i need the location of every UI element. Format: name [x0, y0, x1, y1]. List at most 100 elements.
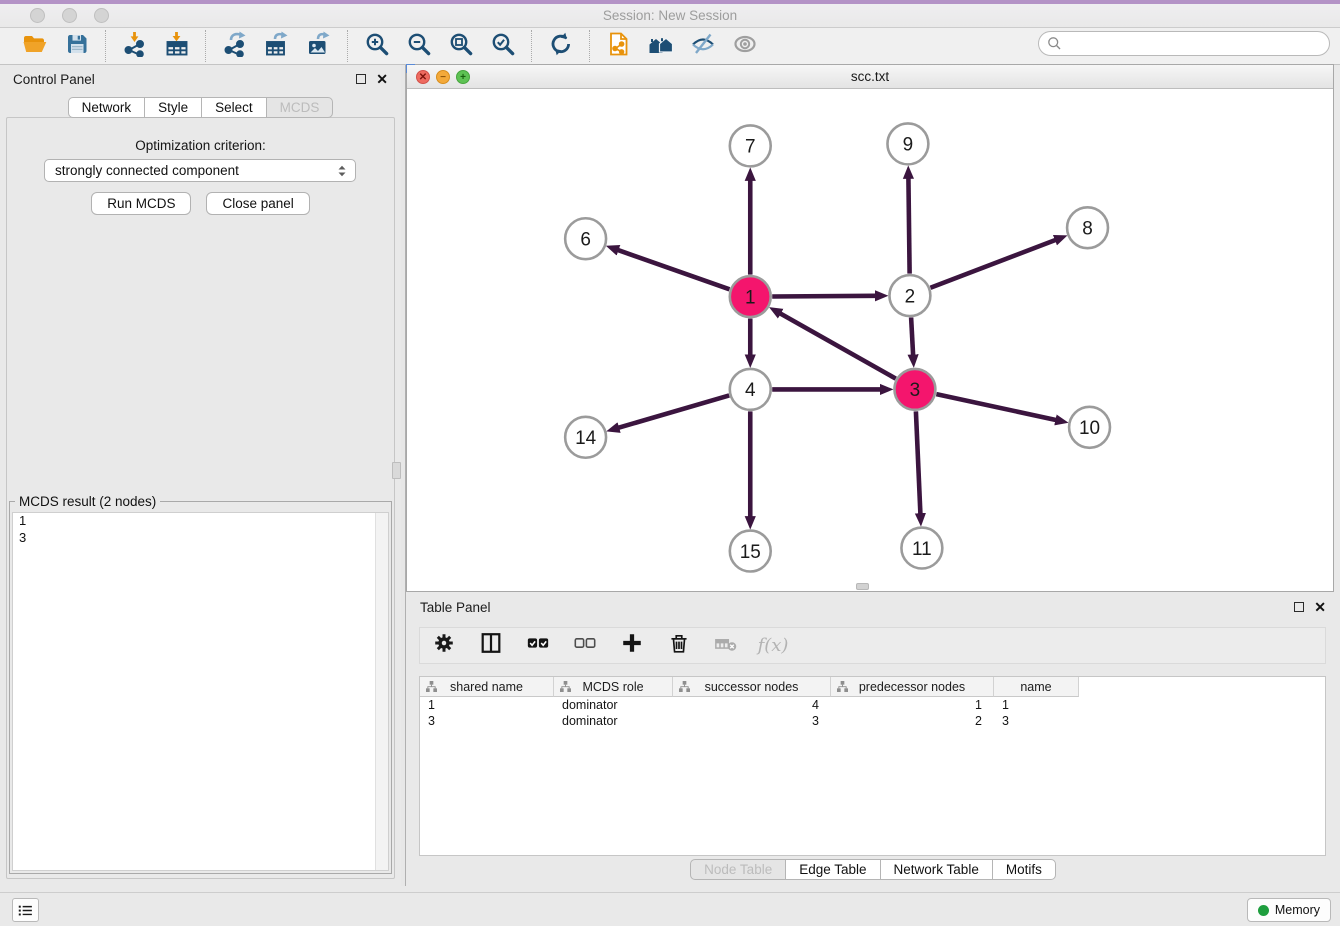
- select-all-checkboxes-button[interactable]: [524, 632, 552, 660]
- close-panel-icon[interactable]: ✕: [376, 74, 388, 84]
- select-all-checkboxes-icon: [526, 631, 550, 660]
- table-cell[interactable]: 1: [831, 697, 994, 713]
- column-header-name[interactable]: name: [994, 677, 1079, 697]
- export-network-button[interactable]: [220, 32, 249, 61]
- control-tab-select[interactable]: Select: [201, 97, 267, 118]
- hide-selected-button[interactable]: [688, 32, 717, 61]
- graph-edge-2-3[interactable]: [911, 318, 913, 355]
- graph-node-3[interactable]: 3: [894, 369, 935, 410]
- graph-node-10[interactable]: 10: [1069, 407, 1110, 448]
- first-neighbors-icon: [648, 31, 674, 62]
- export-table-button[interactable]: [262, 32, 291, 61]
- first-neighbors-button[interactable]: [646, 32, 675, 61]
- table-tab-edge-table[interactable]: Edge Table: [785, 859, 880, 880]
- graph-node-15[interactable]: 15: [730, 531, 771, 572]
- deselect-all-checkboxes-button[interactable]: [571, 632, 599, 660]
- graph-edge-1-6[interactable]: [618, 250, 729, 289]
- search-input[interactable]: [1063, 34, 1329, 54]
- table-cell[interactable]: dominator: [554, 697, 673, 713]
- table-tab-motifs[interactable]: Motifs: [992, 859, 1056, 880]
- control-tab-network[interactable]: Network: [68, 97, 146, 118]
- apply-preferred-layout-button[interactable]: [546, 32, 575, 61]
- control-tab-style[interactable]: Style: [144, 97, 202, 118]
- optimization-criterion-select[interactable]: strongly connected component: [44, 159, 356, 182]
- network-maximize-button[interactable]: +: [456, 70, 470, 84]
- graph-node-2[interactable]: 2: [889, 275, 930, 316]
- close-panel-button[interactable]: Close panel: [206, 192, 309, 215]
- new-network-from-selection-button[interactable]: [604, 32, 633, 61]
- control-tab-mcds[interactable]: MCDS: [266, 97, 334, 118]
- zoom-out-button[interactable]: [404, 32, 433, 61]
- table-row[interactable]: 1dominator411: [420, 697, 1325, 713]
- table-float-panel-icon[interactable]: [1294, 602, 1304, 612]
- graph-edge-3-1[interactable]: [780, 313, 895, 378]
- split-table-view-button[interactable]: [477, 632, 505, 660]
- network-close-button[interactable]: ✕: [416, 70, 430, 84]
- table-cell[interactable]: 3: [673, 713, 831, 729]
- graph-node-14[interactable]: 14: [565, 417, 606, 458]
- graph-node-9[interactable]: 9: [887, 123, 928, 164]
- mcds-result-item[interactable]: 3: [13, 530, 388, 547]
- memory-button[interactable]: Memory: [1247, 898, 1331, 922]
- graph-edge-2-9[interactable]: [908, 178, 909, 273]
- add-column-button[interactable]: [618, 632, 646, 660]
- table-tab-node-table[interactable]: Node Table: [690, 859, 786, 880]
- graph-node-6[interactable]: 6: [565, 218, 606, 259]
- delete-columns-button[interactable]: [665, 632, 693, 660]
- mcds-result-list[interactable]: 13: [12, 512, 389, 871]
- graph-edge-2-8[interactable]: [930, 240, 1055, 288]
- table-close-panel-icon[interactable]: ✕: [1314, 602, 1326, 612]
- mcds-result-item[interactable]: 1: [13, 513, 388, 530]
- table-cell[interactable]: 1: [420, 697, 554, 713]
- graph-node-7[interactable]: 7: [730, 125, 771, 166]
- export-image-button[interactable]: [304, 32, 333, 61]
- column-header-shared-name[interactable]: shared name: [420, 677, 554, 697]
- result-scrollbar[interactable]: [375, 513, 388, 870]
- float-panel-icon[interactable]: [356, 74, 366, 84]
- column-header-MCDS-role[interactable]: MCDS role: [554, 677, 673, 697]
- table-options-gear-button[interactable]: [430, 632, 458, 660]
- table-cell[interactable]: dominator: [554, 713, 673, 729]
- table-row[interactable]: 3dominator323: [420, 713, 1325, 729]
- control-panel-title: Control Panel: [13, 72, 356, 87]
- table-cell[interactable]: 1: [994, 697, 1079, 713]
- import-table-button[interactable]: [162, 32, 191, 61]
- column-header-predecessor-nodes[interactable]: predecessor nodes: [831, 677, 994, 697]
- column-header-successor-nodes[interactable]: successor nodes: [673, 677, 831, 697]
- table-cell[interactable]: 3: [994, 713, 1079, 729]
- column-label: shared name: [450, 680, 523, 694]
- canvas-splitter-grip[interactable]: [856, 583, 869, 590]
- network-minimize-button[interactable]: −: [436, 70, 450, 84]
- table-cell[interactable]: 3: [420, 713, 554, 729]
- control-panel-header: Control Panel ✕: [0, 65, 401, 93]
- zoom-in-button[interactable]: [362, 32, 391, 61]
- zoom-selected-button[interactable]: [488, 32, 517, 61]
- splitter-handle[interactable]: [392, 462, 401, 479]
- network-window-titlebar[interactable]: scc.txt ✕ − +: [407, 65, 1333, 89]
- import-network-button[interactable]: [120, 32, 149, 61]
- table-cell[interactable]: 2: [831, 713, 994, 729]
- search-box[interactable]: [1038, 31, 1330, 56]
- show-panels-button[interactable]: [12, 898, 39, 922]
- graph-node-8[interactable]: 8: [1067, 207, 1108, 248]
- run-mcds-button[interactable]: Run MCDS: [91, 192, 191, 215]
- network-view-window: scc.txt ✕ − + 7 9 6 8 1 2 4 3 14 10 15 11: [406, 64, 1334, 592]
- table-panel-tabs: Node TableEdge TableNetwork TableMotifs: [406, 859, 1340, 880]
- delete-table-button[interactable]: [712, 632, 740, 660]
- show-all-button[interactable]: [730, 32, 759, 61]
- save-session-button[interactable]: [62, 32, 91, 61]
- network-canvas[interactable]: 7 9 6 8 1 2 4 3 14 10 15 11: [407, 89, 1333, 591]
- graph-edge-3-10[interactable]: [936, 394, 1056, 420]
- graph-edge-1-2[interactable]: [772, 296, 875, 297]
- function-builder-button[interactable]: f(x): [759, 632, 787, 660]
- open-file-button[interactable]: [20, 32, 49, 61]
- table-cell[interactable]: 4: [673, 697, 831, 713]
- export-network-icon: [222, 31, 248, 62]
- graph-edge-3-11[interactable]: [916, 411, 920, 513]
- graph-node-4[interactable]: 4: [730, 369, 771, 410]
- zoom-fit-content-button[interactable]: [446, 32, 475, 61]
- graph-edge-4-14[interactable]: [619, 395, 730, 427]
- table-tab-network-table[interactable]: Network Table: [880, 859, 993, 880]
- graph-node-11[interactable]: 11: [901, 528, 942, 569]
- graph-node-1[interactable]: 1: [730, 276, 771, 317]
